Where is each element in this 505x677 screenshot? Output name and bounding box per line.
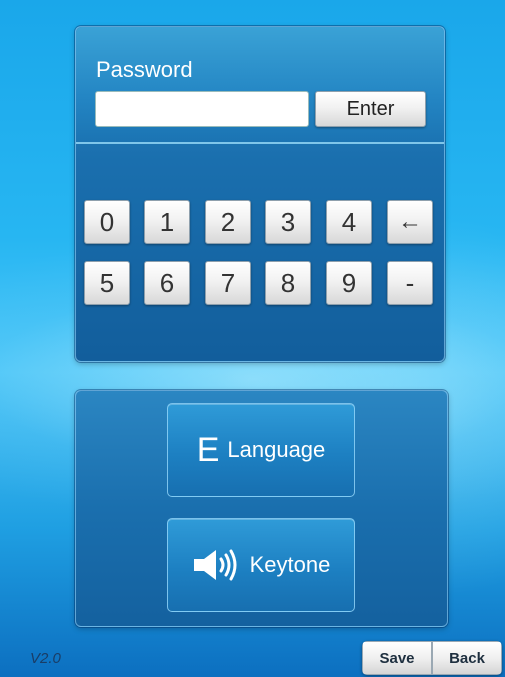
- key-7[interactable]: 7: [205, 261, 251, 305]
- key-0[interactable]: 0: [84, 200, 130, 244]
- key-3[interactable]: 3: [265, 200, 311, 244]
- password-input[interactable]: [95, 91, 309, 127]
- key-4[interactable]: 4: [326, 200, 372, 244]
- dot-key[interactable]: -: [387, 261, 433, 305]
- key-2[interactable]: 2: [205, 200, 251, 244]
- keytone-label: Keytone: [249, 552, 331, 577]
- password-panel: Password Enter 0 1 2 3 4 ← 5 6 7 8 9-: [75, 26, 445, 362]
- password-header: Password Enter: [76, 27, 444, 144]
- key-6[interactable]: 6: [144, 261, 190, 305]
- settings-panel: E Language Keytone: [75, 390, 448, 627]
- backspace-key[interactable]: ←: [387, 200, 433, 244]
- key-5[interactable]: 5: [84, 261, 130, 305]
- language-icon: E: [196, 431, 220, 469]
- keytone-button[interactable]: Keytone: [167, 518, 355, 612]
- back-button[interactable]: Back: [432, 641, 502, 675]
- language-button[interactable]: E Language: [167, 403, 355, 497]
- version-label: V2.0: [30, 650, 61, 667]
- key-8[interactable]: 8: [265, 261, 311, 305]
- bottom-button-bar: Save Back: [362, 641, 502, 675]
- language-label: Language: [227, 437, 326, 462]
- password-label: Password: [96, 57, 193, 82]
- key-9[interactable]: 9: [326, 261, 372, 305]
- enter-button[interactable]: Enter: [315, 91, 426, 127]
- key-1[interactable]: 1: [144, 200, 190, 244]
- save-button[interactable]: Save: [362, 641, 432, 675]
- speaker-icon: [193, 549, 237, 581]
